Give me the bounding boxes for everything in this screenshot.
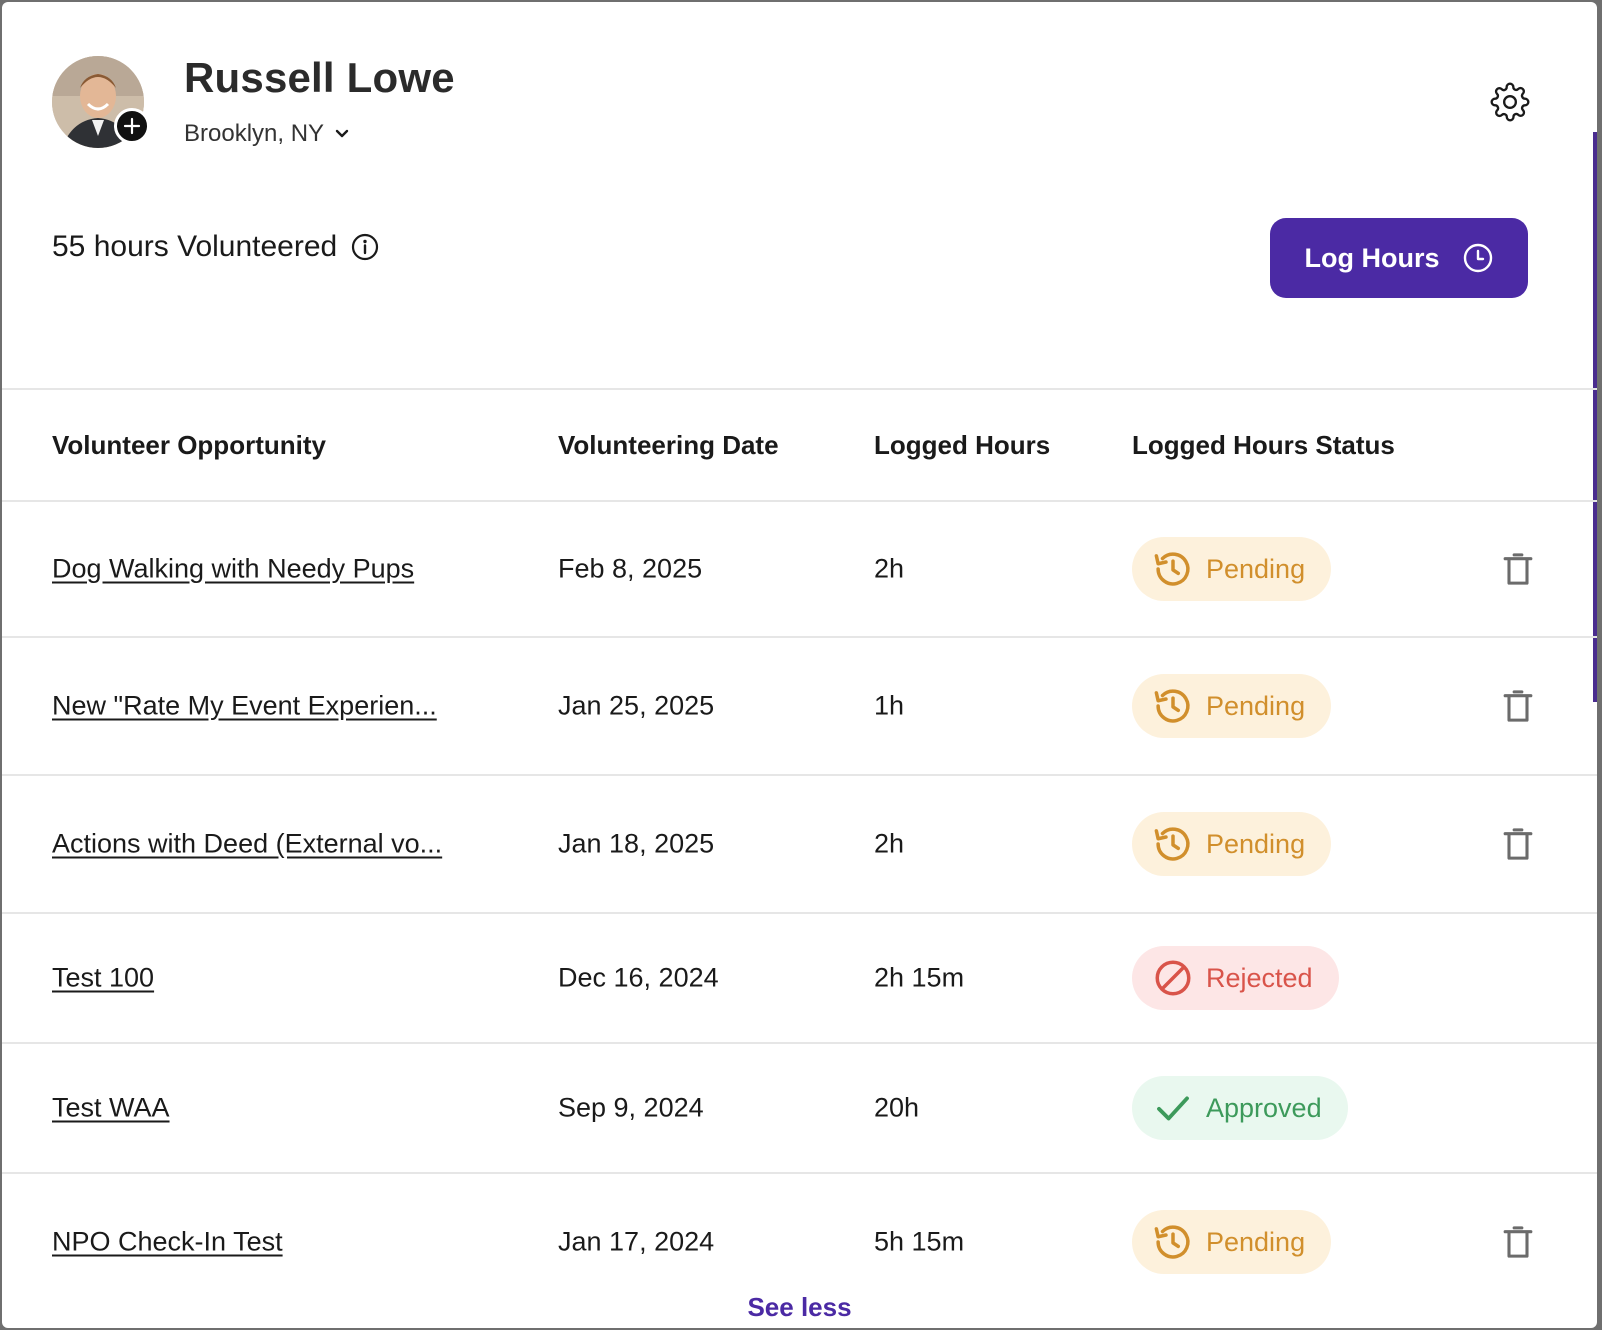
status-label: Pending [1206,1226,1306,1257]
volunteer-hours-modal: Russell Lowe Brooklyn, NY 55 hours Volun… [2,2,1597,1328]
volunteering-date: Sep 9, 2024 [558,1092,704,1123]
volunteering-date: Jan 25, 2025 [558,690,715,721]
status-label: Pending [1206,690,1306,721]
log-hours-label: Log Hours [1304,242,1440,273]
opportunity-link[interactable]: New "Rate My Event Experien... [52,691,437,722]
delete-button[interactable] [1502,826,1534,862]
info-icon[interactable] [351,233,379,261]
opportunity-link[interactable]: Test 100 [52,963,154,994]
volunteering-date: Jan 17, 2024 [558,1226,715,1257]
plus-icon [123,117,141,135]
trash-icon [1503,690,1533,722]
history-icon [1154,827,1190,861]
clock-icon [1463,243,1492,273]
status-badge: Pending [1132,812,1332,876]
history-icon [1154,1225,1190,1259]
gear-icon [1490,82,1530,122]
scroll-fade [2,1274,1597,1290]
logged-hours: 2h [874,553,905,584]
status-label: Pending [1206,553,1306,584]
header-logged-hours-status[interactable]: Logged Hours Status [1132,430,1395,461]
opportunity-link[interactable]: NPO Check-In Test [52,1227,283,1258]
delete-button[interactable] [1502,551,1534,587]
location-selector[interactable]: Brooklyn, NY [184,120,350,148]
location-label: Brooklyn, NY [184,120,325,147]
chevron-down-icon [335,129,349,138]
opportunity-link[interactable]: Actions with Deed (External vo... [52,829,442,860]
logged-hours: 2h [874,828,905,859]
logged-hours: 20h [874,1092,920,1123]
profile-name: Russell Lowe [184,54,455,101]
hours-volunteered-text: 55 hours Volunteered [52,230,338,263]
trash-icon [1503,828,1533,860]
avatar[interactable] [52,56,150,148]
opportunity-link[interactable]: Test WAA [52,1093,170,1124]
approved-badge: Approved [1132,1076,1348,1140]
status-badge: Pending [1132,537,1332,601]
logged-hours: 5h 15m [874,1226,965,1257]
trash-icon [1503,553,1533,585]
status-badge: Pending [1132,1210,1332,1274]
opportunity-link[interactable]: Dog Walking with Needy Pups [52,554,414,585]
header-volunteer-opportunity[interactable]: Volunteer Opportunity [52,430,326,461]
see-less-link[interactable]: See less [2,1292,1597,1323]
history-icon [1154,552,1190,586]
log-hours-button[interactable]: Log Hours [1270,218,1528,298]
volunteering-date: Jan 18, 2025 [558,828,715,859]
hours-summary: 55 hours Volunteered [52,230,379,264]
table-header: Volunteer Opportunity Volunteering Date … [2,388,1597,502]
table-row: Test 100 Dec 16, 2024 2h 15m Rejected [2,914,1597,1044]
logged-hours-table: Volunteer Opportunity Volunteering Date … [2,388,1597,1310]
delete-button[interactable] [1502,1224,1534,1260]
status-label: Approved [1206,1092,1322,1123]
table-row: New "Rate My Event Experien... Jan 25, 2… [2,638,1597,776]
pending-badge: Pending [1132,674,1332,738]
history-icon [1154,689,1190,723]
delete-button[interactable] [1502,688,1534,724]
volunteering-date: Feb 8, 2025 [558,553,703,584]
status-label: Pending [1206,828,1306,859]
header-logged-hours[interactable]: Logged Hours [874,430,1050,461]
pending-badge: Pending [1132,537,1332,601]
table-row: Test WAA Sep 9, 2024 20h Approved [2,1044,1597,1174]
status-badge: Pending [1132,674,1332,738]
pending-badge: Pending [1132,812,1332,876]
add-photo-button[interactable] [114,108,150,144]
ban-icon [1155,960,1191,996]
header-volunteering-date[interactable]: Volunteering Date [558,430,779,461]
table-row: Actions with Deed (External vo... Jan 18… [2,776,1597,914]
check-icon [1157,1096,1189,1121]
logged-hours: 2h 15m [874,962,965,993]
logged-hours: 1h [874,690,905,721]
pending-badge: Pending [1132,1210,1332,1274]
trash-icon [1503,1226,1533,1258]
rejected-badge: Rejected [1132,946,1339,1010]
table-row: Dog Walking with Needy Pups Feb 8, 2025 … [2,502,1597,638]
volunteering-date: Dec 16, 2024 [558,962,719,993]
status-label: Rejected [1206,962,1313,993]
settings-button[interactable] [1490,82,1530,122]
status-badge: Rejected [1132,946,1339,1010]
status-badge: Approved [1132,1076,1348,1140]
